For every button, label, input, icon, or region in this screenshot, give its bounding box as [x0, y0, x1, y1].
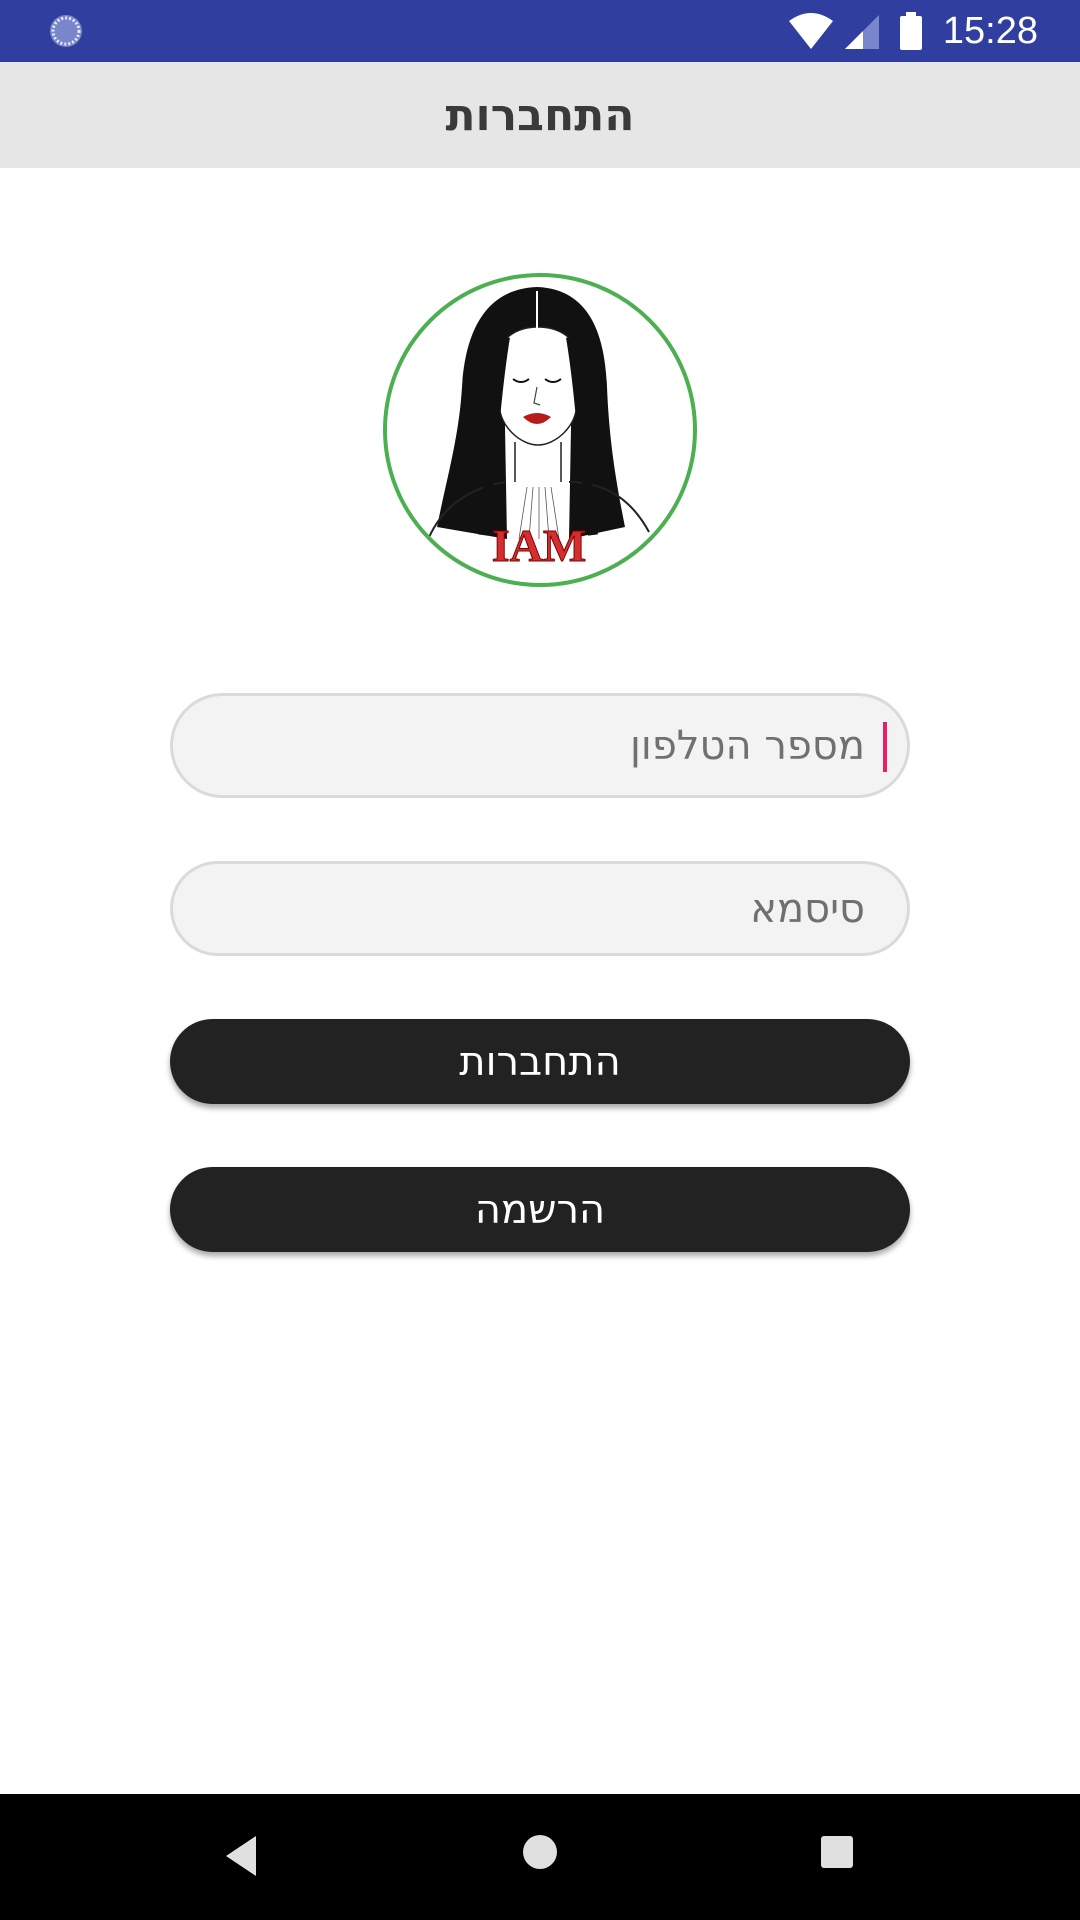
cell-signal-icon: [844, 15, 879, 49]
register-button[interactable]: הרשמה: [170, 1167, 910, 1252]
status-icons: 15:28: [787, 0, 1080, 62]
login-button[interactable]: התחברות: [170, 1019, 910, 1104]
wifi-icon: [788, 13, 833, 49]
navigation-bar: [0, 1794, 1080, 1920]
status-time: 15:28: [942, 9, 1038, 52]
text-caret: [883, 722, 887, 772]
home-icon[interactable]: [522, 1834, 558, 1870]
recents-icon[interactable]: [821, 1836, 853, 1868]
password-field[interactable]: [170, 861, 910, 956]
back-icon[interactable]: [222, 1834, 260, 1878]
phone-field[interactable]: [170, 693, 910, 798]
battery-icon: [899, 12, 922, 50]
logo-text: IAM: [492, 520, 587, 571]
phone-input[interactable]: [213, 695, 867, 796]
page-title: התחברות: [445, 89, 635, 141]
app-toolbar: התחברות: [0, 62, 1080, 168]
password-input[interactable]: [213, 863, 867, 954]
login-screen: 15:28 התחברות IAM מספר הטלפון התחברות הר…: [0, 0, 1080, 1920]
app-logo: IAM: [383, 273, 697, 587]
loading-spinner-icon: [50, 15, 82, 47]
woman-portrait-logo-icon: IAM: [426, 287, 650, 572]
status-bar: 15:28: [0, 0, 1080, 62]
